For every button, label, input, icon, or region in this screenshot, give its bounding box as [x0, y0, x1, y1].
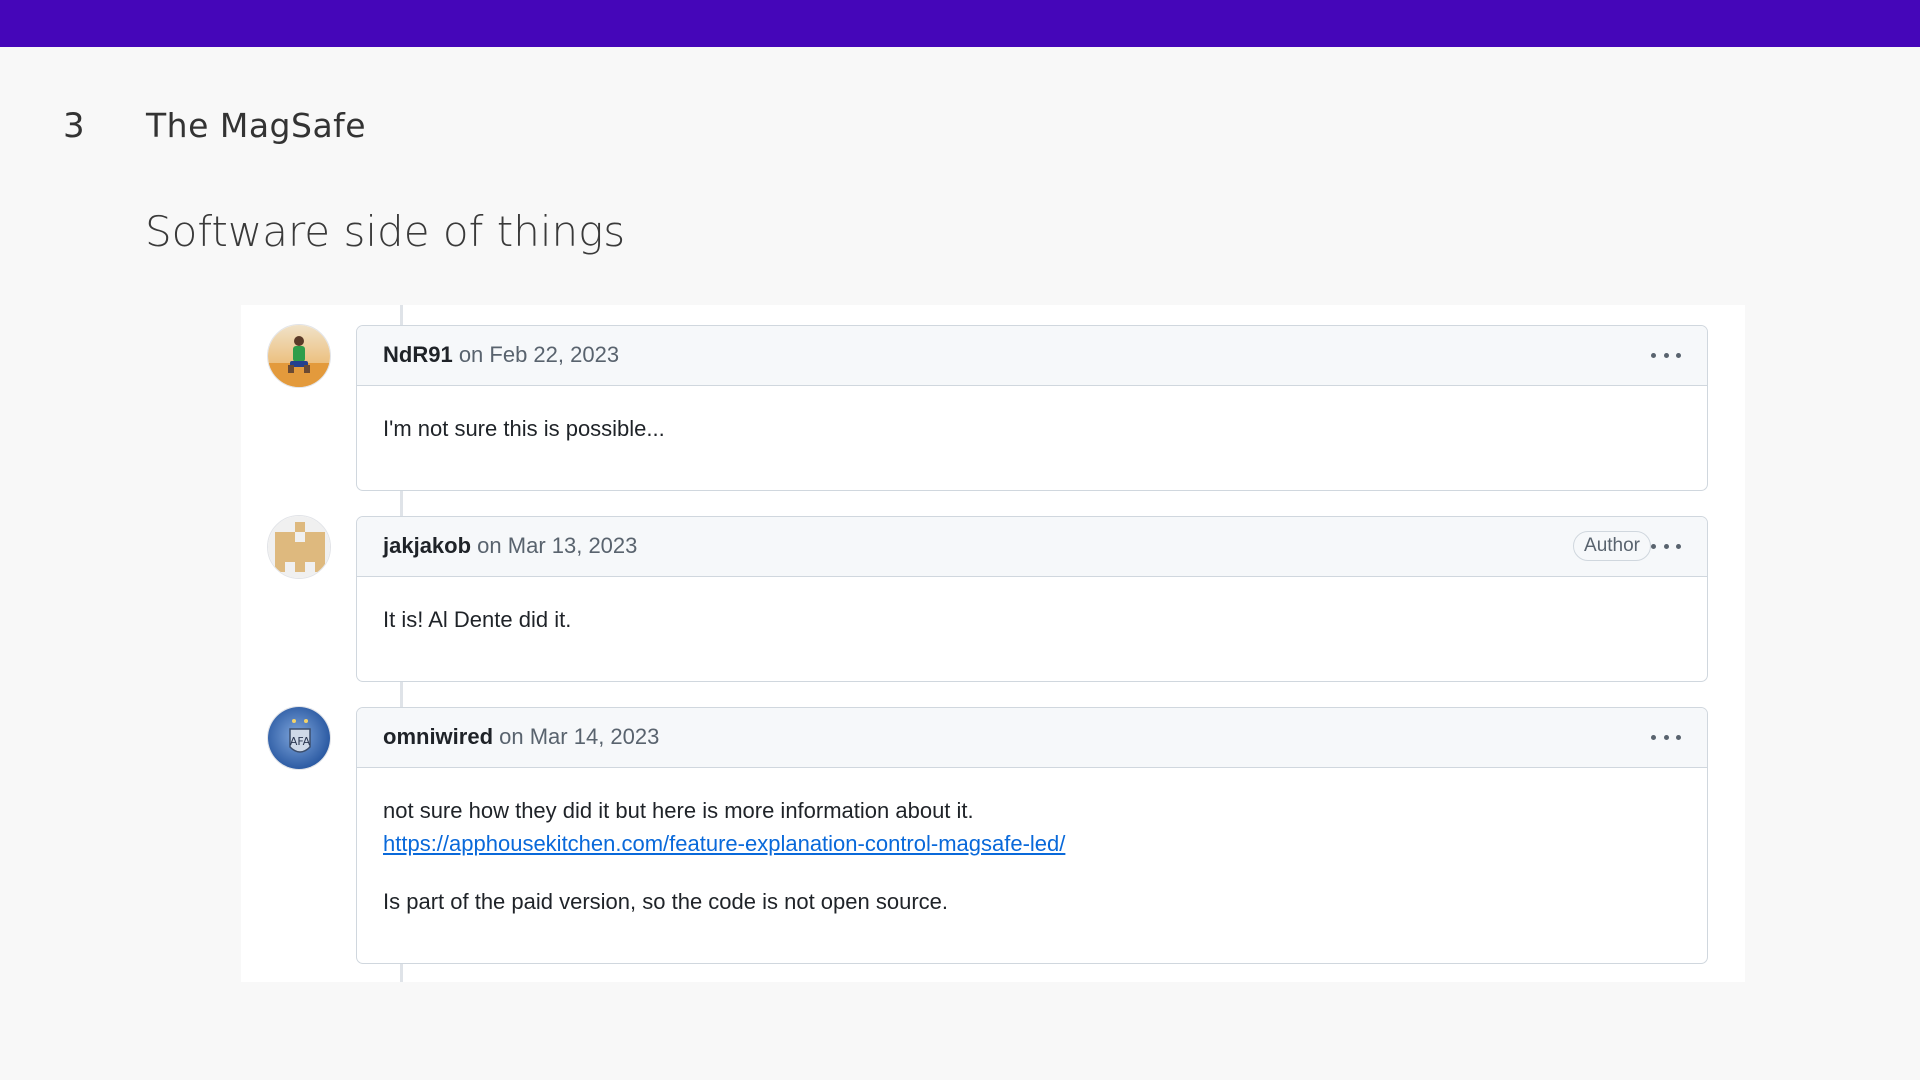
avatar[interactable]: AFA	[267, 706, 331, 770]
comment-body: not sure how they did it but here is mor…	[357, 768, 1707, 918]
comment-text: not sure how they did it but here is mor…	[383, 798, 974, 823]
comment-text: I'm not sure this is possible...	[383, 416, 665, 441]
section-title: The MagSafe	[146, 106, 367, 145]
comment-date[interactable]: on Mar 14, 2023	[499, 724, 659, 749]
svg-text:AFA: AFA	[290, 735, 311, 748]
comment-body: It is! Al Dente did it.	[357, 577, 1707, 636]
section-number: 3	[63, 106, 85, 146]
kebab-horizontal-icon[interactable]	[1651, 534, 1681, 558]
author-badge: Author	[1573, 531, 1651, 561]
user-photo-icon	[268, 325, 330, 387]
comment-text: Is part of the paid version, so the code…	[383, 889, 949, 914]
comment-header: NdR91 on Feb 22, 2023	[357, 326, 1707, 386]
comment-header: jakjakob on Mar 13, 2023 Author	[357, 517, 1707, 577]
comment-author[interactable]: jakjakob	[383, 533, 471, 558]
crest-avatar-icon: AFA	[268, 707, 330, 769]
comment-meta: NdR91 on Feb 22, 2023	[383, 326, 619, 384]
kebab-horizontal-icon[interactable]	[1651, 343, 1681, 367]
top-accent-bar	[0, 0, 1920, 47]
comment-author[interactable]: omniwired	[383, 724, 493, 749]
comment-date[interactable]: on Mar 13, 2023	[477, 533, 637, 558]
comment-card: jakjakob on Mar 13, 2023 Author It is! A…	[356, 516, 1708, 682]
feature-explanation-link[interactable]: https://apphousekitchen.com/feature-expl…	[383, 831, 1065, 856]
comment-meta: omniwired on Mar 14, 2023	[383, 708, 659, 766]
comment-card: omniwired on Mar 14, 2023 not sure how t…	[356, 707, 1708, 964]
identicon-icon	[268, 516, 330, 578]
kebab-horizontal-icon[interactable]	[1651, 725, 1681, 749]
slide-subtitle: Software side of things	[145, 207, 626, 256]
comment-author[interactable]: NdR91	[383, 342, 453, 367]
comment-meta: jakjakob on Mar 13, 2023	[383, 517, 637, 575]
avatar[interactable]	[267, 324, 331, 388]
comment-date[interactable]: on Feb 22, 2023	[459, 342, 619, 367]
comment-body: I'm not sure this is possible...	[357, 386, 1707, 445]
comment-card: NdR91 on Feb 22, 2023 I'm not sure this …	[356, 325, 1708, 491]
comment-text: It is! Al Dente did it.	[383, 607, 572, 632]
avatar[interactable]	[267, 515, 331, 579]
comment-header: omniwired on Mar 14, 2023	[357, 708, 1707, 768]
